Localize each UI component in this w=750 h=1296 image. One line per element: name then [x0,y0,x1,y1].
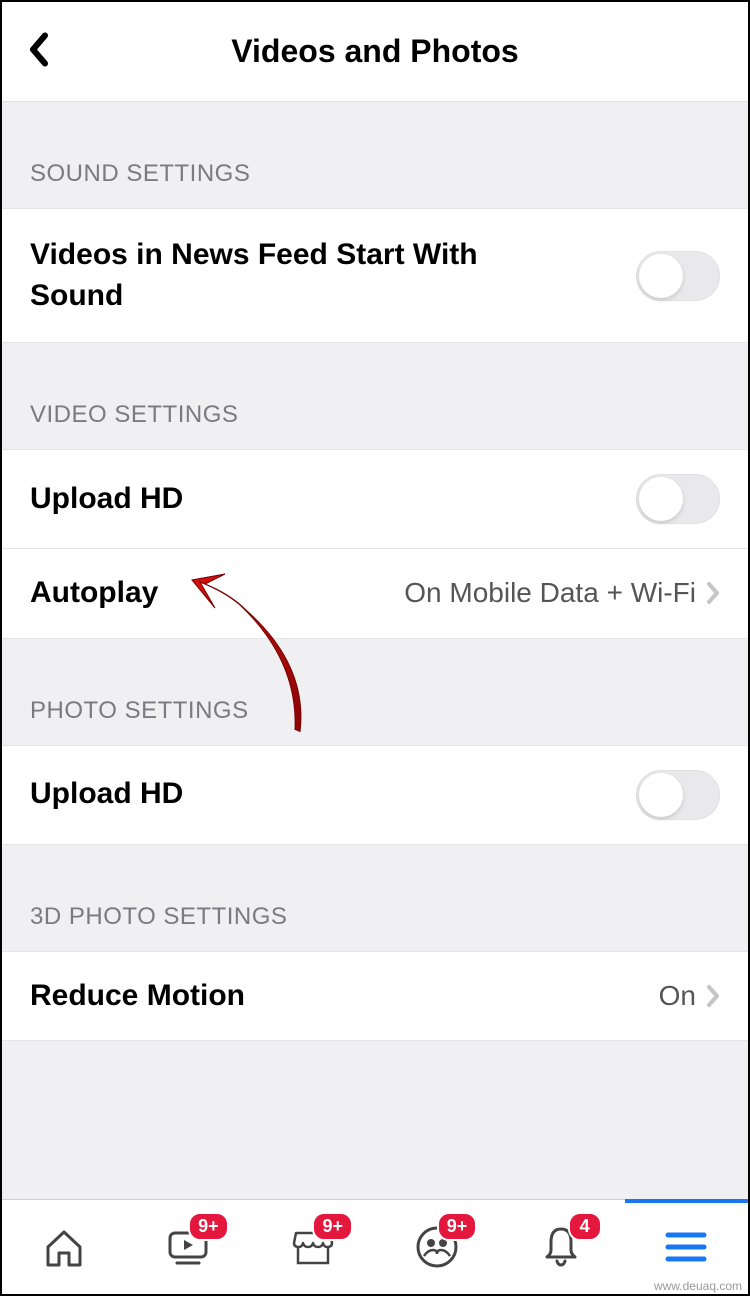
autoplay-value-text: On Mobile Data + Wi-Fi [404,577,696,609]
reduce-motion-value-text: On [659,980,696,1012]
toggle-knob [639,773,683,817]
menu-icon [664,1230,708,1264]
row-label: Autoplay [30,573,158,614]
section-header-photo: PHOTO SETTINGS [2,639,748,745]
section-header-3d: 3D PHOTO SETTINGS [2,845,748,951]
toggle-photo-upload-hd[interactable] [636,770,720,820]
toggle-knob [639,254,683,298]
row-videos-sound[interactable]: Videos in News Feed Start With Sound [2,208,748,343]
toggle-video-upload-hd[interactable] [636,474,720,524]
row-label: Reduce Motion [30,976,245,1017]
chevron-left-icon [27,31,49,67]
row-reduce-motion[interactable]: Reduce Motion On [2,951,748,1042]
toggle-videos-sound[interactable] [636,251,720,301]
tab-notifications[interactable]: 4 [499,1200,623,1294]
chevron-right-icon [706,984,720,1008]
bottom-tabbar: 9+ 9+ 9+ 4 [2,1199,748,1294]
row-autoplay[interactable]: Autoplay On Mobile Data + Wi-Fi [2,549,748,639]
tab-watch[interactable]: 9+ [126,1200,250,1294]
back-button[interactable] [27,31,49,72]
chevron-right-icon [706,581,720,605]
row-photo-upload-hd[interactable]: Upload HD [2,745,748,845]
watermark: www.deuaq.com [654,1279,742,1293]
row-value: On Mobile Data + Wi-Fi [404,577,720,609]
badge-groups: 9+ [437,1212,478,1241]
badge-notifications: 4 [568,1212,602,1241]
home-icon [42,1225,86,1269]
page-title: Videos and Photos [22,33,728,70]
badge-watch: 9+ [188,1212,229,1241]
toggle-knob [639,477,683,521]
tab-groups[interactable]: 9+ [375,1200,499,1294]
tab-marketplace[interactable]: 9+ [251,1200,375,1294]
row-label: Upload HD [30,479,183,520]
badge-marketplace: 9+ [312,1212,353,1241]
row-value: On [659,980,720,1012]
row-video-upload-hd[interactable]: Upload HD [2,449,748,549]
row-label: Videos in News Feed Start With Sound [30,235,490,316]
tab-home[interactable] [2,1200,126,1294]
section-header-sound: SOUND SETTINGS [2,102,748,208]
row-label: Upload HD [30,774,183,815]
section-header-video: VIDEO SETTINGS [2,343,748,449]
header-bar: Videos and Photos [2,2,748,102]
settings-content: SOUND SETTINGS Videos in News Feed Start… [2,102,748,1199]
